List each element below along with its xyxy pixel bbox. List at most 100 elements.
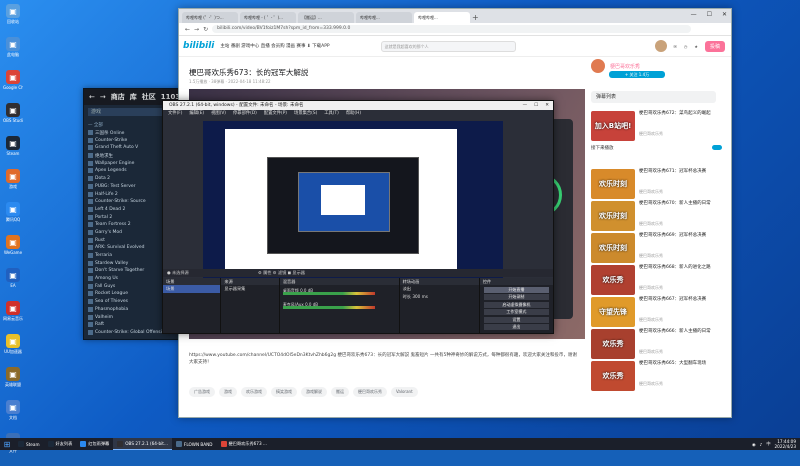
obs-control-button[interactable]: 启动虚拟摄像机 [483,301,549,308]
desktop-shortcut[interactable]: ▣ WeGame [3,235,23,265]
transition-select[interactable]: 淡出 [400,285,479,293]
desktop-shortcut[interactable]: ▣Google Chrome [3,70,23,100]
back-icon[interactable]: ← [89,93,95,101]
recommended-title[interactable]: 梗巴哥欢乐秀668：新人的进化之路 [639,265,721,271]
video-thumbnail[interactable]: 欢乐时刻 [591,233,635,263]
video-thumbnail[interactable]: 守望先锋 [591,297,635,327]
follow-button[interactable]: + 关注 1.4万 [609,71,665,78]
recommended-video[interactable]: 欢乐秀 梗巴哥欢乐秀666：新人主播的日常 梗巴哥欢乐秀 [591,329,723,359]
network-icon[interactable]: ◉ [752,442,756,447]
desktop-shortcut[interactable]: ▣ 游戏 [3,169,23,199]
video-tag[interactable]: 梗巴哥欢乐秀 [353,387,387,397]
video-tag[interactable]: Valorant [391,387,418,397]
close-icon[interactable]: ✕ [722,11,727,18]
obs-menu-item[interactable]: 配置文件(P) [264,110,287,117]
danmaku-list-header[interactable]: 弹幕列表 [591,91,716,103]
uploader-name[interactable]: 梗巴哥欢乐秀 [610,63,640,70]
desktop-shortcut[interactable]: ▣ 英雄联盟 [3,367,23,397]
bilibili-nav[interactable]: 主站 番剧 游戏中心 直播 会员购 漫画 赛事 ⬇ 下载APP [220,43,329,49]
volume-icon[interactable]: ♪ [760,442,763,447]
avatar[interactable] [654,40,667,52]
recommended-uploader[interactable]: 梗巴哥欢乐秀 [639,131,663,137]
forward-icon[interactable]: → [100,93,106,101]
new-tab-icon[interactable]: + [472,12,479,23]
desktop-shortcut[interactable]: ▣ Steam [3,136,23,166]
maximize-icon[interactable]: ☐ [534,101,538,110]
message-icon[interactable]: ✉ [674,44,677,49]
browser-tab[interactable]: 哔哩哔哩 - ( ゜- ゜)... [240,12,296,23]
bilibili-search-input[interactable]: 这就是我超喜欢的那个人 [380,40,516,52]
obs-control-button[interactable]: 开始录制 [483,294,549,300]
start-menu-icon[interactable]: ⊞ [0,438,14,450]
recommended-video[interactable]: 欢乐秀 梗巴哥欢乐秀668：新人的进化之路 梗巴哥欢乐秀 [591,265,723,295]
reload-icon[interactable]: ↻ [203,26,208,33]
video-tag[interactable]: 欢乐游戏 [241,387,267,397]
taskbar-item[interactable]: 红包雨弹幕 [76,438,113,450]
video-thumbnail[interactable]: 加入B站吧! [591,111,635,141]
taskbar-item[interactable]: 好友列表 [44,438,77,450]
taskbar-item[interactable]: 梗巴哥欢乐秀673 ... [217,438,271,450]
steam-nav-2[interactable]: 社区 [142,92,156,102]
history-icon[interactable]: ◷ [684,44,688,49]
favorite-icon[interactable]: ★ [694,44,698,49]
maximize-icon[interactable]: ☐ [707,11,712,18]
recommended-title[interactable]: 梗巴哥欢乐秀670：新人主播的日常 [639,201,721,207]
mixer-mic-aux[interactable]: 麦克风/Aux 0.0 dB [282,300,396,313]
volume-meter[interactable] [282,306,375,309]
video-thumbnail[interactable]: 欢乐秀 [591,329,635,359]
autoplay-toggle[interactable] [711,145,722,150]
obs-menu-item[interactable]: 工具(T) [324,110,339,117]
desktop-shortcut[interactable]: ▣ 腾讯QQ [3,202,23,232]
video-thumbnail[interactable]: 欢乐时刻 [591,201,635,231]
recommended-uploader[interactable]: 梗巴哥欢乐秀 [639,221,663,227]
video-tag[interactable]: 游戏解说 [301,387,327,397]
recommended-title[interactable]: 梗巴哥欢乐秀667：冠军杯总决赛 [639,297,721,303]
recommended-uploader[interactable]: 梗巴哥欢乐秀 [639,189,663,195]
minimize-icon[interactable]: — [691,11,697,18]
recommended-video[interactable]: 欢乐时刻 梗巴哥欢乐秀671：冠军杯总决赛 梗巴哥欢乐秀 [591,169,723,199]
obs-preview[interactable] [203,121,503,281]
video-tag[interactable]: 搞笑游戏 [271,387,297,397]
desktop-shortcut[interactable]: ▣ 回收站 [3,4,23,34]
obs-menu-item[interactable]: 视图(V) [211,110,226,117]
obs-menu-item[interactable]: 帮助(H) [346,110,361,117]
minimize-icon[interactable]: — [523,101,528,110]
video-tag[interactable]: 搬运 [331,387,349,397]
forward-icon[interactable]: → [194,26,199,33]
steam-nav-1[interactable]: 库 [130,92,137,102]
obs-menu-item[interactable]: 编辑(E) [189,110,204,117]
uploader-avatar[interactable] [591,59,605,73]
obs-menu-item[interactable]: 文件(F) [168,110,182,117]
video-tag[interactable]: 广告游戏 [189,387,215,397]
input-language[interactable]: 中 [766,441,770,447]
source-actions[interactable]: ⚙ 属性 ⚙ 滤镜 ◼ 显示器 [258,269,305,277]
mixer-desktop-audio[interactable]: 桌面音频 0.0 dB [282,286,396,299]
taskbar-item[interactable]: FLOWN BAND [172,438,217,450]
taskbar-item[interactable]: Steam [14,438,44,450]
desktop-shortcut[interactable]: ▣ EA [3,268,23,298]
recommended-title[interactable]: 梗巴哥欢乐秀671：冠军杯总决赛 [639,169,721,175]
browser-tab[interactable]: 哔哩哔哩 (゜-゜)つ... [182,12,238,23]
recommended-uploader[interactable]: 梗巴哥欢乐秀 [639,381,663,387]
address-bar[interactable]: bilibili.com/video/BV1foiz1M7sh?spm_id_f… [212,25,691,33]
recommended-title[interactable]: 梗巴哥欢乐秀666：新人主播的日常 [639,329,721,335]
recommended-video[interactable]: 守望先锋 梗巴哥欢乐秀667：冠军杯总决赛 梗巴哥欢乐秀 [591,297,723,327]
recommended-video[interactable]: 欢乐时刻 梗巴哥欢乐秀669：冠军杯总决赛 梗巴哥欢乐秀 [591,233,723,263]
obs-menu-item[interactable]: 停靠部件(D) [233,110,257,117]
taskbar-item[interactable]: OBS 27.2.1 (64-bit... [113,438,172,450]
recommended-title[interactable]: 梗巴哥欢乐秀669：冠军杯总决赛 [639,233,721,239]
source-item[interactable]: 显示器采集 [221,285,278,293]
browser-tab[interactable]: 【搬运】... [298,12,354,23]
recommended-uploader[interactable]: 梗巴哥欢乐秀 [639,253,663,259]
video-thumbnail[interactable]: 欢乐秀 [591,265,635,295]
recommended-uploader[interactable]: 梗巴哥欢乐秀 [639,317,663,323]
desktop-shortcut[interactable]: ▣ 此电脑 [3,37,23,67]
back-icon[interactable]: ← [185,26,190,33]
recommended-video[interactable]: 欢乐时刻 梗巴哥欢乐秀670：新人主播的日常 梗巴哥欢乐秀 [591,201,723,231]
recommended-title[interactable]: 梗巴哥欢乐秀665：大型翻车现场 [639,361,721,367]
obs-menu-item[interactable]: 场景集合(S) [294,110,317,117]
recommended-uploader[interactable]: 梗巴哥欢乐秀 [639,285,663,291]
obs-control-button[interactable]: 开始直播 [483,286,549,293]
obs-control-button[interactable]: 设置 [483,316,549,323]
recommended-title[interactable]: 梗巴哥欢乐秀672：菜鸟起义的崛起 [639,111,721,117]
